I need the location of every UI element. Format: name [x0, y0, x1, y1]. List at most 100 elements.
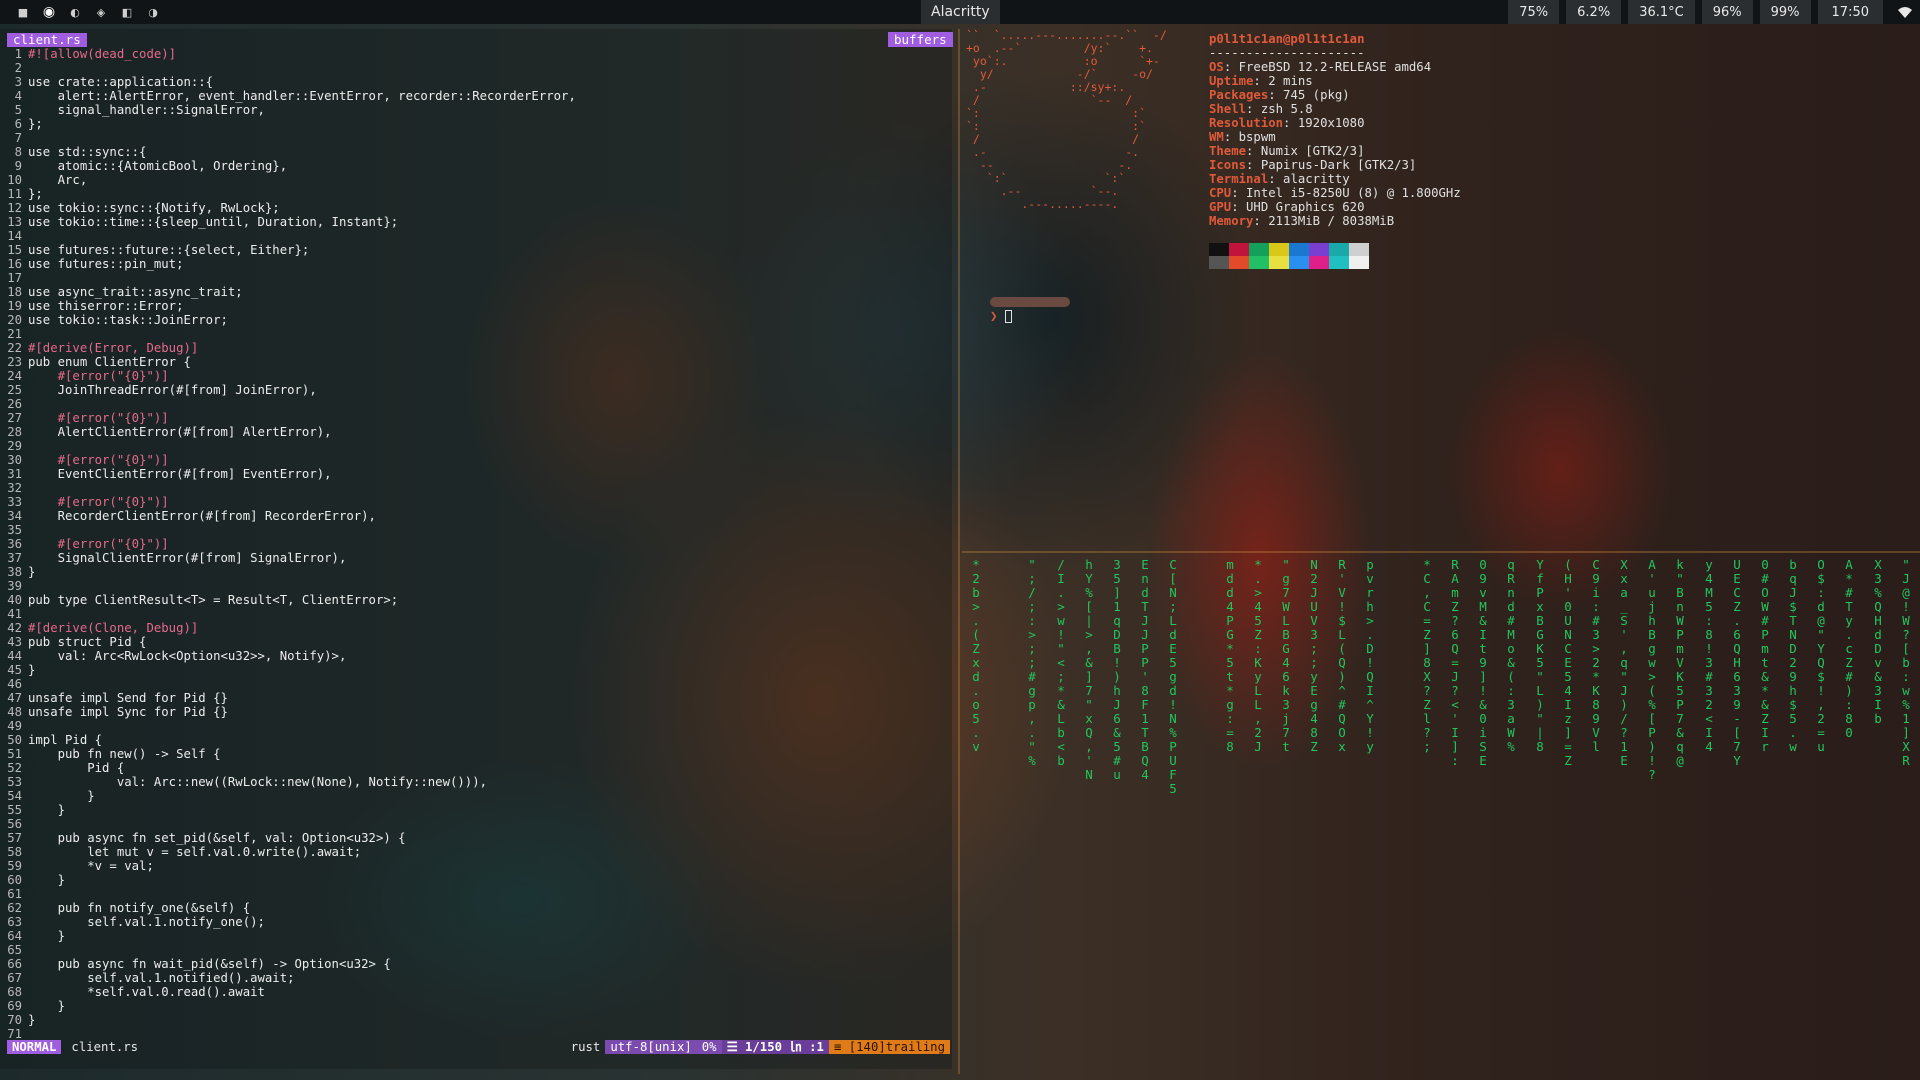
workspace-5[interactable]: ◧ — [114, 6, 140, 19]
code-line[interactable]: 7 — [0, 131, 576, 145]
code-line[interactable]: 25 JoinThreadError(#[from] JoinError), — [0, 383, 576, 397]
code-line[interactable]: 28 AlertClientError(#[from] AlertError), — [0, 425, 576, 439]
buffers-tab[interactable]: buffers — [888, 32, 953, 47]
code-line[interactable]: 46 — [0, 677, 576, 691]
code-line[interactable]: 10 Arc, — [0, 173, 576, 187]
code-line[interactable]: 26 — [0, 397, 576, 411]
neofetch-pane[interactable]: `` `.....---.......--.`` -/ +o .--` /y:`… — [966, 29, 1920, 549]
code-line[interactable]: 24 #[error("{0}")] — [0, 369, 576, 383]
code-line[interactable]: 16 use futures::pin_mut; — [0, 257, 576, 271]
file-tab[interactable]: client.rs — [7, 33, 87, 47]
line-number: 5 — [14, 103, 22, 117]
line-number: 63 — [7, 915, 22, 929]
code-line[interactable]: 63 self.val.1.notify_one(); — [0, 915, 576, 929]
code-line[interactable]: 33 #[error("{0}")] — [0, 495, 576, 509]
pane-divider[interactable] — [958, 29, 960, 1074]
code-line[interactable]: 20 use tokio::task::JoinError; — [0, 313, 576, 327]
code-line[interactable]: 9 atomic::{AtomicBool, Ordering}, — [0, 159, 576, 173]
code-line[interactable]: 18 use async_trait::async_trait; — [0, 285, 576, 299]
line-text: pub struct Pid { — [28, 635, 147, 649]
code-area[interactable]: 1 #![allow(dead_code)] 2 3 use crate::applic… — [0, 47, 576, 1041]
code-line[interactable]: 61 — [0, 887, 576, 901]
code-line[interactable]: 27 #[error("{0}")] — [0, 411, 576, 425]
line-text: *self.val.0.read().await — [28, 985, 265, 999]
code-line[interactable]: 70} — [0, 1013, 576, 1027]
code-line[interactable]: 40 pub type ClientResult<T> = Result<T, C… — [0, 593, 576, 607]
workspace-2[interactable]: ◉ — [36, 4, 62, 20]
code-line[interactable]: 17 — [0, 271, 576, 285]
code-line[interactable]: 52 Pid { — [0, 761, 576, 775]
workspace-1[interactable]: ■ — [10, 6, 36, 19]
line-number: 37 — [7, 551, 22, 565]
code-line[interactable]: 1 #![allow(dead_code)] — [0, 47, 576, 61]
code-line[interactable]: 56 — [0, 817, 576, 831]
code-line[interactable]: 4 alert::AlertError, event_handler::Even… — [0, 89, 576, 103]
code-line[interactable]: 53 val: Arc::new((RwLock::new(None), Not… — [0, 775, 576, 789]
workspace-3[interactable]: ◐ — [62, 6, 88, 19]
code-line[interactable]: 22 #[derive(Error, Debug)] — [0, 341, 576, 355]
text-cursor — [1005, 310, 1013, 323]
code-line[interactable]: 23 pub enum ClientError { — [0, 355, 576, 369]
code-line[interactable]: 32 — [0, 481, 576, 495]
code-line[interactable]: 36 #[error("{0}")] — [0, 537, 576, 551]
wifi-icon[interactable] — [1890, 0, 1920, 24]
code-line[interactable]: 6}; — [0, 117, 576, 131]
code-line[interactable]: 44 val: Arc<RwLock<Option<u32>>, Notify)… — [0, 649, 576, 663]
code-line[interactable]: 12 use tokio::sync::{Notify, RwLock}; — [0, 201, 576, 215]
workspace-6[interactable]: ◑ — [140, 6, 166, 19]
code-line[interactable]: 19 use thiserror::Error; — [0, 299, 576, 313]
code-line[interactable]: 29 — [0, 439, 576, 453]
code-line[interactable]: 38} — [0, 565, 576, 579]
code-line[interactable]: 39 — [0, 579, 576, 593]
code-line[interactable]: 41 — [0, 607, 576, 621]
code-line[interactable]: 57 pub async fn set_pid(&self, val: Opti… — [0, 831, 576, 845]
code-line[interactable]: 45} — [0, 663, 576, 677]
code-line[interactable]: 65 — [0, 943, 576, 957]
code-line[interactable]: 58 let mut v = self.val.0.write().await; — [0, 845, 576, 859]
code-line[interactable]: 34 RecorderClientError(#[from] RecorderE… — [0, 509, 576, 523]
code-line[interactable]: 49 — [0, 719, 576, 733]
code-line[interactable]: 2 — [0, 61, 576, 75]
color-swatch — [1209, 256, 1229, 269]
code-line[interactable]: 13 use tokio::time::{sleep_until, Duratio… — [0, 215, 576, 229]
status-line: NORMAL client.rs rust utf-8[unix] 0% ☰ 1… — [0, 1040, 952, 1054]
code-line[interactable]: 67 self.val.1.notified().await; — [0, 971, 576, 985]
code-line[interactable]: 43 pub struct Pid { — [0, 635, 576, 649]
code-line[interactable]: 71 — [0, 1027, 576, 1041]
code-line[interactable]: 21 — [0, 327, 576, 341]
line-text: } — [28, 663, 36, 677]
code-line[interactable]: 68 *self.val.0.read().await — [0, 985, 576, 999]
code-line[interactable]: 47 unsafe impl Send for Pid {} — [0, 691, 576, 705]
code-line[interactable]: 35 — [0, 523, 576, 537]
code-line[interactable]: 37 SignalClientError(#[from] SignalError… — [0, 551, 576, 565]
code-line[interactable]: 3 use crate::application::{ — [0, 75, 576, 89]
code-line[interactable]: 69 } — [0, 999, 576, 1013]
code-line[interactable]: 64 } — [0, 929, 576, 943]
code-line[interactable]: 51 pub fn new() -> Self { — [0, 747, 576, 761]
matrix-rain-pane[interactable]: * 2 b > . ( Z x d . o 5 . v " ; / ; : > ;… — [962, 551, 1920, 1080]
code-line[interactable]: 30 #[error("{0}")] — [0, 453, 576, 467]
code-line[interactable]: 42 #[derive(Clone, Debug)] — [0, 621, 576, 635]
code-line[interactable]: 54 } — [0, 789, 576, 803]
info-value: Numix [GTK2/3] — [1260, 144, 1365, 158]
line-number: 58 — [7, 845, 22, 859]
code-line[interactable]: 31 EventClientError(#[from] EventError), — [0, 467, 576, 481]
editor-pane[interactable]: client.rs buffers 1 #![allow(dead_code)] 2… — [0, 29, 953, 1069]
prompt-line[interactable]: ❯ — [990, 309, 1013, 323]
line-number: 43 — [7, 635, 22, 649]
code-line[interactable]: 50 impl Pid { — [0, 733, 576, 747]
code-line[interactable]: 62 pub fn notify_one(&self) { — [0, 901, 576, 915]
code-line[interactable]: 5 signal_handler::SignalError, — [0, 103, 576, 117]
code-line[interactable]: 60 } — [0, 873, 576, 887]
workspace-4[interactable]: ◈ — [88, 6, 114, 19]
line-number: 27 — [7, 411, 22, 425]
code-line[interactable]: 15 use futures::future::{select, Either}; — [0, 243, 576, 257]
code-line[interactable]: 8 use std::sync::{ — [0, 145, 576, 159]
code-line[interactable]: 55 } — [0, 803, 576, 817]
info-colon: : — [1253, 214, 1269, 228]
code-line[interactable]: 59 *v = val; — [0, 859, 576, 873]
code-line[interactable]: 66 pub async fn wait_pid(&self) -> Optio… — [0, 957, 576, 971]
code-line[interactable]: 14 — [0, 229, 576, 243]
code-line[interactable]: 48 unsafe impl Sync for Pid {} — [0, 705, 576, 719]
code-line[interactable]: 11}; — [0, 187, 576, 201]
